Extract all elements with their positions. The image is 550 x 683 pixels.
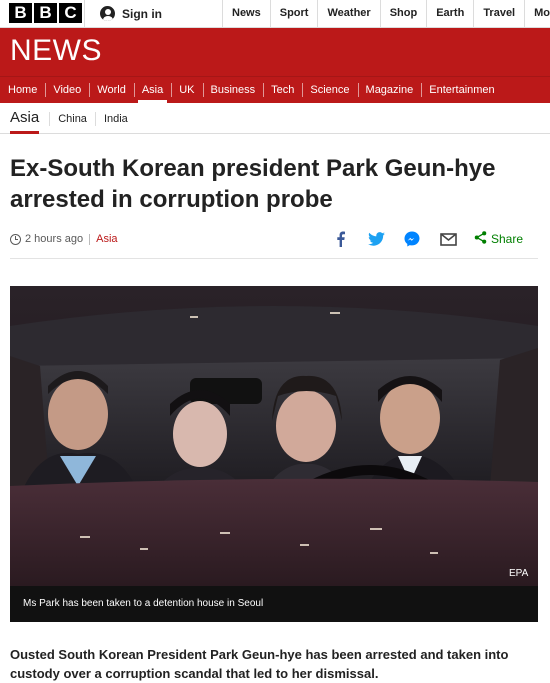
section-nav-business[interactable]: Business [202, 77, 264, 103]
bbc-logo-letter: B [9, 3, 32, 23]
article-meta: 2 hours ago Asia [10, 231, 118, 247]
news-logo[interactable]: NEWS [10, 34, 102, 68]
section-nav-entertainment[interactable]: Entertainmen [421, 77, 502, 103]
meta-divider [89, 233, 91, 245]
sign-in-label: Sign in [122, 6, 162, 21]
top-nav-travel[interactable]: Travel [473, 0, 524, 27]
facebook-icon[interactable] [330, 229, 350, 249]
twitter-icon[interactable] [366, 229, 386, 249]
clock-icon [10, 233, 21, 245]
sub-nav-current[interactable]: Asia [10, 104, 49, 134]
news-banner: NEWS [0, 28, 550, 76]
user-icon [100, 6, 115, 21]
share-label: Share [491, 232, 524, 246]
top-nav-earth[interactable]: Earth [426, 0, 473, 27]
top-bar: B B C Sign in News Sport Weather Shop Ea… [0, 0, 550, 28]
top-nav-sport[interactable]: Sport [269, 0, 318, 27]
top-nav-news[interactable]: News [222, 0, 270, 27]
section-nav-uk[interactable]: UK [171, 77, 202, 103]
bbc-logo-letter: B [34, 3, 57, 23]
article-section-link[interactable]: Asia [96, 233, 117, 245]
meta-divider-line [10, 258, 538, 259]
sign-in-link[interactable]: Sign in [84, 0, 162, 27]
section-nav-science[interactable]: Science [302, 77, 357, 103]
sub-nav-india[interactable]: India [94, 111, 136, 126]
section-nav-tech[interactable]: Tech [263, 77, 302, 103]
share-icon [474, 231, 487, 247]
article-timestamp: 2 hours ago [25, 233, 84, 245]
section-nav-asia[interactable]: Asia [133, 77, 171, 103]
sub-nav: Asia China India [0, 104, 550, 134]
sub-nav-china[interactable]: China [49, 111, 95, 126]
section-nav-magazine[interactable]: Magazine [357, 77, 422, 103]
article-headline: Ex-South Korean president Park Geun-hye … [10, 155, 496, 213]
article-photo [10, 286, 538, 586]
top-nav-shop[interactable]: Shop [379, 0, 427, 27]
top-nav-more[interactable]: Mo [524, 0, 550, 27]
section-nav-video[interactable]: Video [45, 77, 89, 103]
top-nav-weather[interactable]: Weather [317, 0, 379, 27]
section-nav-world[interactable]: World [89, 77, 134, 103]
section-nav-home[interactable]: Home [0, 77, 45, 103]
messenger-icon[interactable] [402, 229, 422, 249]
share-tools: Share [330, 228, 523, 250]
share-button[interactable]: Share [474, 231, 523, 247]
section-nav: Home Video World Asia UK Business Tech S… [0, 76, 550, 103]
article-intro: Ousted South Korean President Park Geun-… [10, 647, 509, 681]
email-icon[interactable] [438, 229, 458, 249]
image-credit: EPA [509, 568, 529, 579]
bbc-logo[interactable]: B B C [9, 3, 82, 23]
image-caption: Ms Park has been taken to a detention ho… [10, 586, 538, 622]
top-nav: News Sport Weather Shop Earth Travel Mo [222, 0, 550, 27]
bbc-logo-letter: C [59, 3, 82, 23]
